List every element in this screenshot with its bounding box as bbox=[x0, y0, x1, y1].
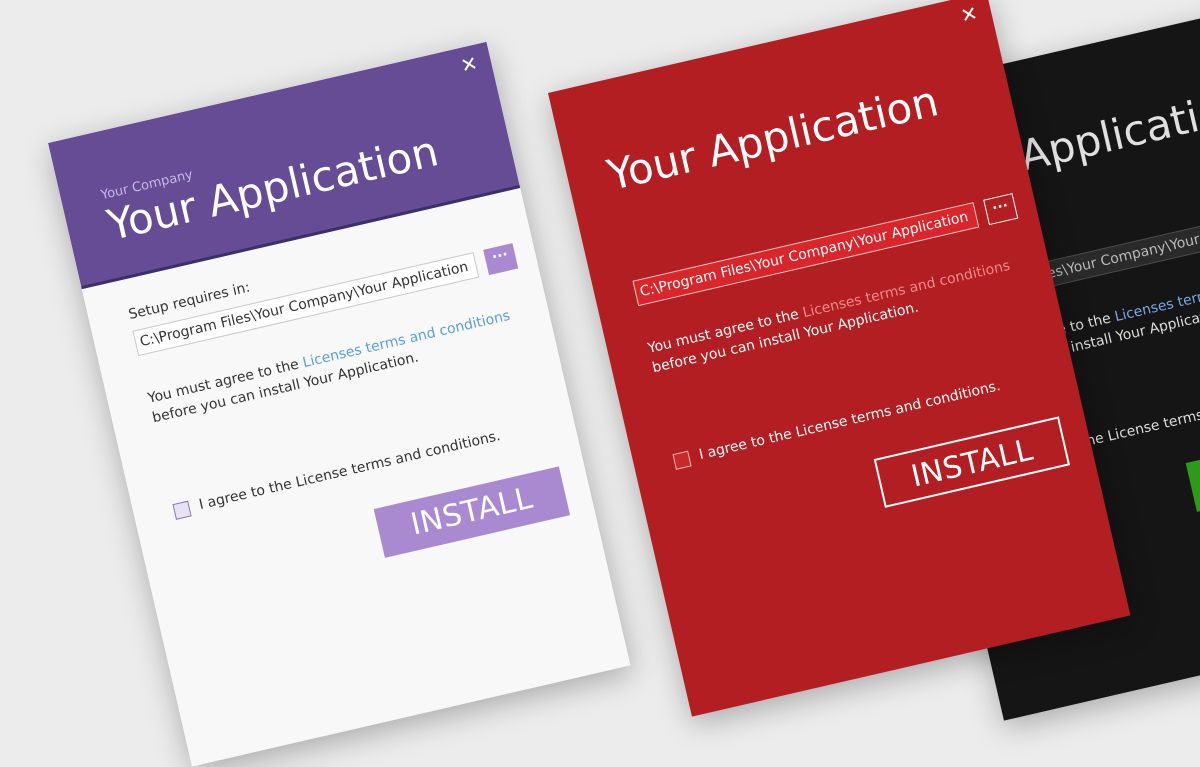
window-header: Your Application bbox=[548, 0, 1020, 239]
window-header: ✕ Your Company Your Application bbox=[48, 41, 521, 290]
close-icon[interactable]: ✕ bbox=[455, 50, 484, 79]
agree-checkbox[interactable] bbox=[172, 500, 192, 520]
ellipsis-icon: ··· bbox=[490, 246, 510, 266]
agree-checkbox-row: I agree to the License terms and conditi… bbox=[672, 378, 1002, 473]
install-button[interactable]: INSTALL bbox=[1185, 420, 1200, 512]
agree-checkbox-row: I agree to the License terms and conditi… bbox=[172, 428, 502, 523]
agree-checkbox[interactable] bbox=[672, 450, 692, 470]
browse-button[interactable]: ··· bbox=[483, 243, 519, 276]
app-title: Your Application bbox=[602, 76, 943, 200]
install-button[interactable]: INSTALL bbox=[373, 466, 571, 558]
install-button[interactable]: INSTALL bbox=[873, 416, 1071, 508]
ellipsis-icon: ··· bbox=[990, 197, 1010, 217]
installer-window-purple: ✕ Your Company Your Application Setup re… bbox=[48, 41, 631, 767]
browse-button[interactable]: ··· bbox=[983, 193, 1019, 226]
